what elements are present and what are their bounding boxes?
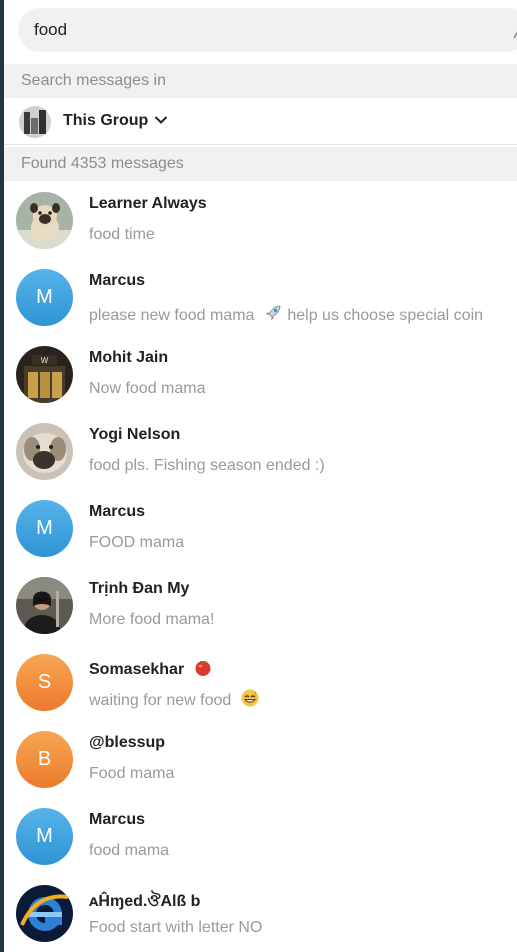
result-sender-name: Yogi Nelson: [89, 426, 181, 443]
letter-avatar: S: [16, 654, 73, 711]
result-sender-name: Trịnh Đan My: [89, 580, 190, 597]
internet-explorer-logo-avatar: [16, 885, 73, 942]
result-sender-name: Marcus: [89, 272, 146, 289]
search-result[interactable]: ᴀĤɱed.ঔAlß b Food start with letter NO: [4, 875, 517, 952]
result-sender-name: Marcus: [89, 503, 146, 520]
rocket-emoji-icon: [265, 305, 281, 320]
avatar-letter: M: [36, 825, 53, 847]
grinning-sweat-emoji-icon: [241, 689, 259, 707]
search-result[interactable]: S Somasekhar waiting for new food: [4, 644, 517, 721]
dog-photo-avatar: [16, 423, 73, 480]
clear-search-icon[interactable]: [512, 20, 517, 40]
search-result[interactable]: M Marcus food mama: [4, 798, 517, 875]
results-list: Learner Always food time M Marcus please…: [4, 182, 517, 952]
result-snippet-text: please new food mama: [89, 307, 255, 324]
search-result[interactable]: B @blessup Food mama: [4, 721, 517, 798]
result-snippet: food mama: [89, 842, 170, 859]
avatar-letter: M: [36, 517, 53, 539]
building-photo-avatar: W: [16, 346, 73, 403]
result-snippet-text: waiting for new food: [89, 692, 232, 709]
result-snippet-text-after: help us choose special coin: [287, 307, 484, 324]
result-snippet: Food mama: [89, 765, 175, 782]
result-snippet: food time: [89, 226, 155, 243]
search-bar[interactable]: [18, 8, 517, 52]
search-result[interactable]: M Marcus please new food mama help us ch…: [4, 259, 517, 336]
search-result[interactable]: Learner Always food time: [4, 182, 517, 259]
result-sender-name: Marcus: [89, 811, 146, 828]
avatar-letter: B: [37, 748, 52, 770]
result-snippet: Now food mama: [89, 380, 206, 397]
person-photo-avatar: [16, 577, 73, 634]
tomato-emoji-icon: [195, 660, 211, 676]
result-sender-name-text: Somasekhar: [89, 661, 185, 678]
result-snippet: waiting for new food: [89, 688, 260, 710]
letter-avatar: M: [16, 808, 73, 865]
result-sender-name: Somasekhar: [89, 657, 213, 679]
result-sender-name: Mohit Jain: [89, 349, 169, 366]
pug-photo-avatar: [16, 192, 73, 249]
result-snippet: please new food mama help us choose spec…: [89, 303, 483, 325]
svg-text:W: W: [41, 356, 49, 365]
search-result[interactable]: W Mohit Jain Now food mama: [4, 336, 517, 413]
search-result[interactable]: Yogi Nelson food pls. Fishing season end…: [4, 413, 517, 490]
scope-selected-label: This Group: [63, 112, 149, 129]
result-snippet: FOOD mama: [89, 534, 185, 551]
avatar-letter: S: [37, 671, 52, 693]
result-snippet: food pls. Fishing season ended :): [89, 457, 325, 474]
letter-avatar: M: [16, 269, 73, 326]
results-count-header: Found 4353 messages: [4, 147, 517, 181]
result-sender-name: Learner Always: [89, 195, 207, 212]
search-result[interactable]: Trịnh Đan My More food mama!: [4, 567, 517, 644]
letter-avatar: M: [16, 500, 73, 557]
letter-avatar: B: [16, 731, 73, 788]
chevron-down-icon[interactable]: [154, 115, 168, 125]
result-snippet: More food mama!: [89, 611, 215, 628]
scope-selector[interactable]: This Group: [4, 99, 517, 145]
result-sender-name: @blessup: [89, 734, 166, 751]
group-avatar-icon: [19, 106, 51, 138]
avatar-letter: M: [36, 286, 53, 308]
search-result[interactable]: M Marcus FOOD mama: [4, 490, 517, 567]
result-snippet: Food start with letter NO: [89, 919, 263, 936]
search-input[interactable]: [34, 8, 494, 52]
scope-header: Search messages in: [4, 64, 517, 98]
result-sender-name: ᴀĤɱed.ঔAlß b: [89, 893, 201, 910]
